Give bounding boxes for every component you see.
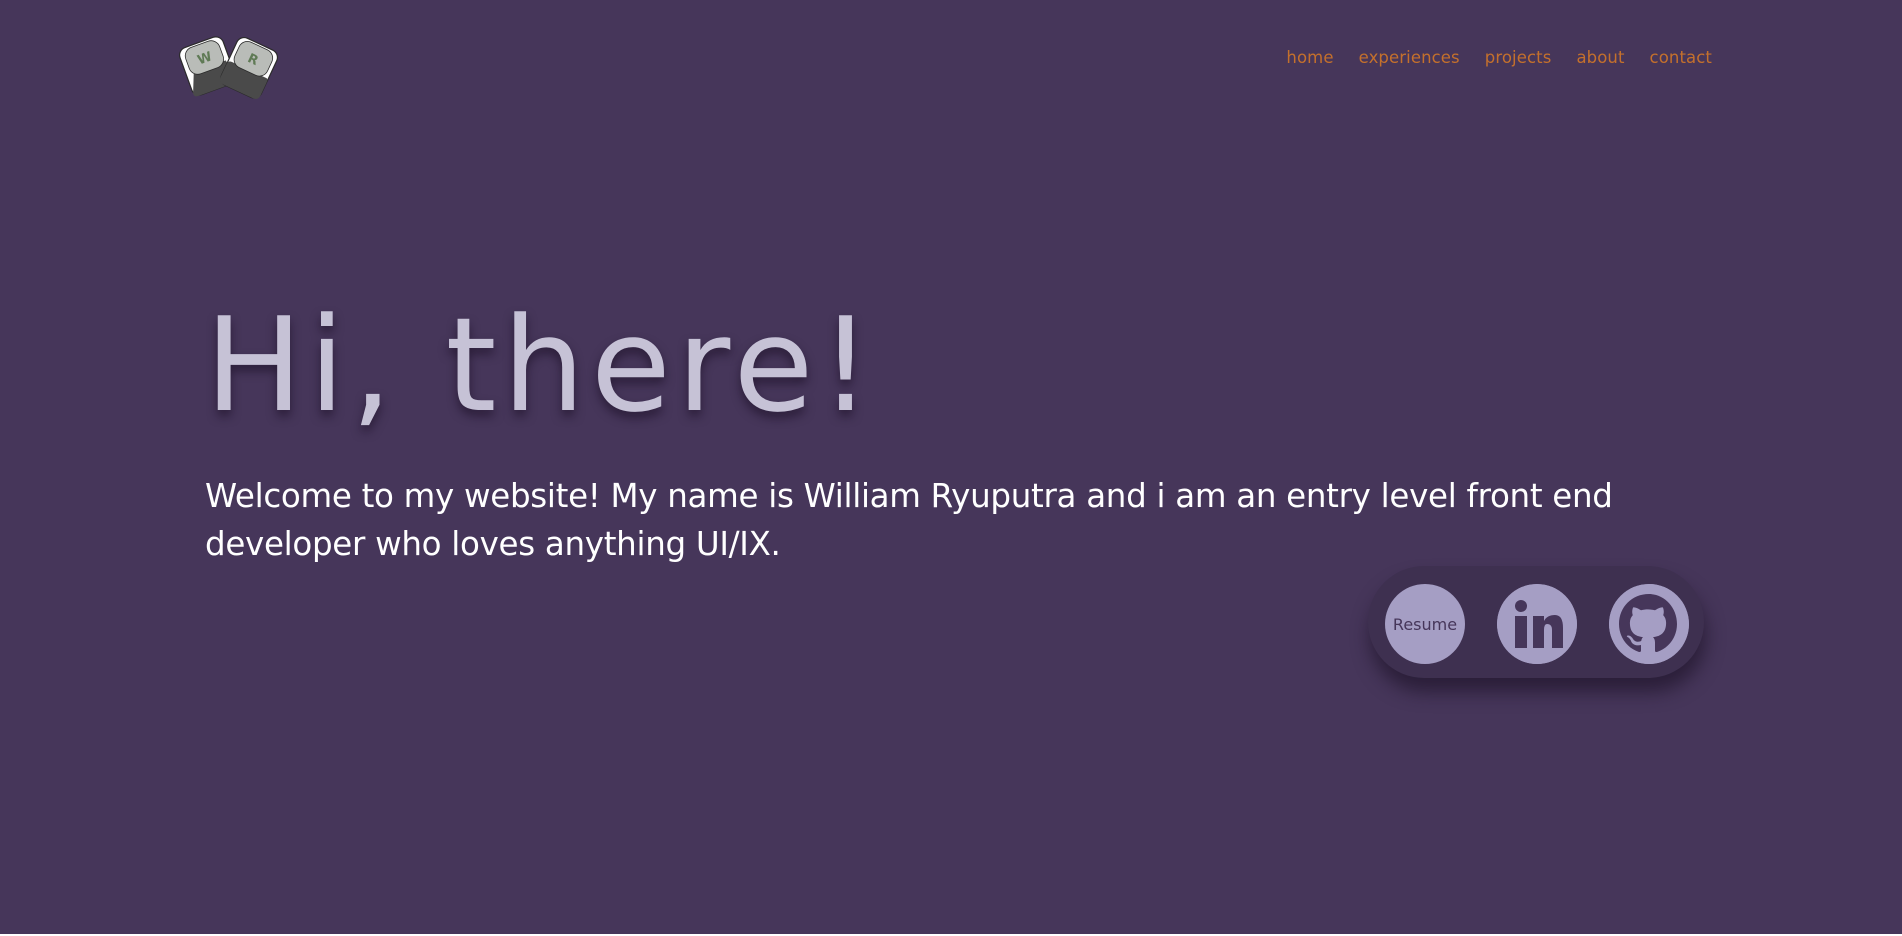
hero-title: Hi, there! xyxy=(205,289,878,441)
resume-label: Resume xyxy=(1392,614,1458,634)
site-logo[interactable]: W R xyxy=(172,26,284,108)
keycap-logo-icon: W R xyxy=(179,36,279,99)
page: W R home experiences projects about cont… xyxy=(0,0,1902,934)
social-links: Resume xyxy=(1368,566,1704,678)
nav-home[interactable]: home xyxy=(1286,46,1333,70)
linkedin-button[interactable] xyxy=(1497,584,1577,664)
hero-intro: Welcome to my website! My name is Willia… xyxy=(205,477,1613,563)
resume-button[interactable]: Resume xyxy=(1385,584,1465,664)
nav-about[interactable]: about xyxy=(1576,46,1624,70)
github-button[interactable] xyxy=(1609,584,1689,664)
nav-experiences[interactable]: experiences xyxy=(1359,46,1460,70)
nav-projects[interactable]: projects xyxy=(1485,46,1552,70)
nav-contact[interactable]: contact xyxy=(1650,46,1712,70)
linkedin-icon xyxy=(1497,584,1577,664)
main-nav: home experiences projects about contact xyxy=(1286,46,1712,70)
github-icon xyxy=(1609,584,1689,664)
